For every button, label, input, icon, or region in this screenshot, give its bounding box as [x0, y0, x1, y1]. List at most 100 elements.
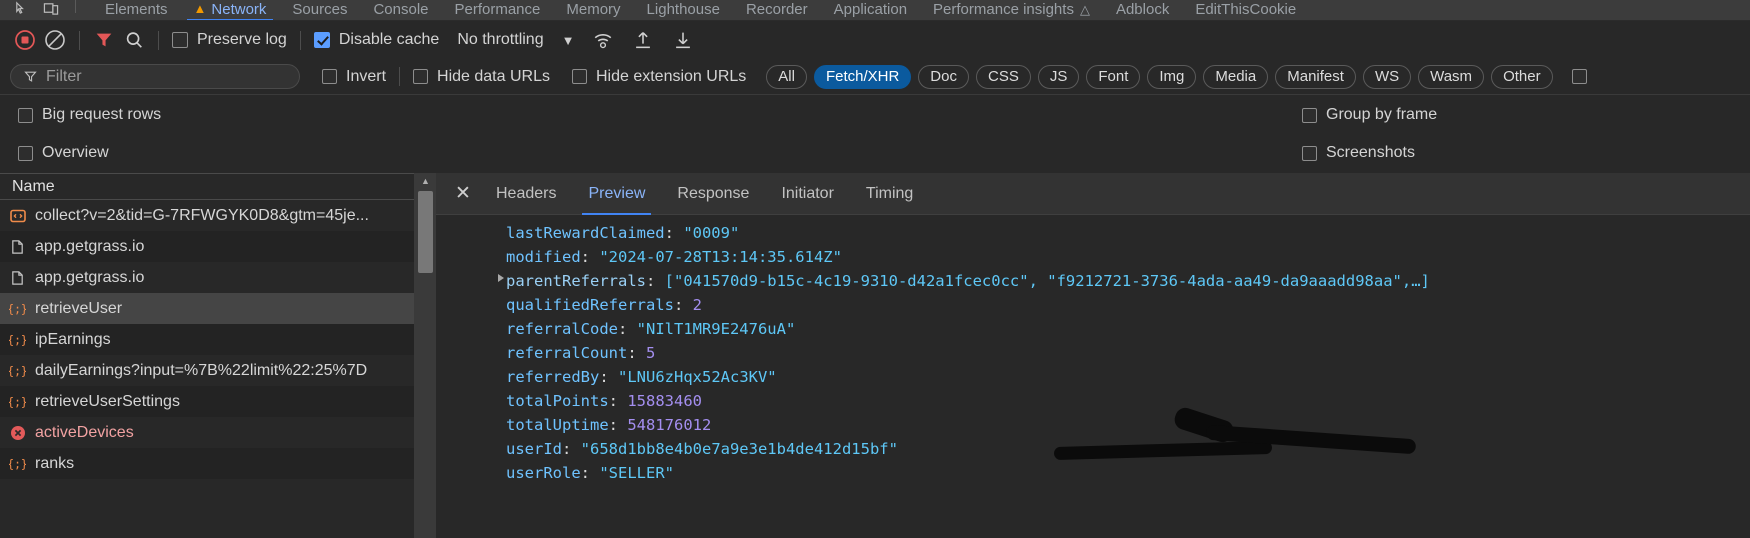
svg-text:{;}: {;} [9, 364, 26, 378]
type-filter-other[interactable]: Other [1491, 64, 1553, 89]
type-filter-img[interactable]: Img [1147, 64, 1197, 89]
json-row[interactable]: modified: "2024-07-28T13:14:35.614Z" [436, 245, 1750, 269]
table-row[interactable]: collect?v=2&tid=G-7RFWGYK0D8&gtm=45je... [0, 200, 414, 231]
tab-application[interactable]: Application [821, 0, 920, 20]
json-row[interactable]: userRole: "SELLER" [436, 461, 1750, 485]
hide-extension-urls-checkbox[interactable]: Hide extension URLs [568, 68, 750, 86]
type-filter-font[interactable]: Font [1086, 64, 1141, 89]
network-conditions-icon[interactable] [588, 25, 618, 55]
tab-label: Adblock [1115, 1, 1170, 18]
json-key: userRole [506, 464, 581, 482]
pill-label: Wasm [1430, 68, 1473, 85]
clear-icon[interactable] [40, 25, 70, 55]
json-row[interactable]: referralCount: 5 [436, 341, 1750, 365]
type-filter-media[interactable]: Media [1203, 64, 1269, 89]
funnel-icon[interactable] [89, 25, 119, 55]
json-row[interactable]: referralCode: "NIlT1MR9E2476uA" [436, 317, 1750, 341]
detail-tab-response[interactable]: Response [661, 173, 765, 215]
hide-data-urls-checkbox[interactable]: Hide data URLs [409, 68, 554, 86]
request-list-header[interactable]: Name [0, 173, 414, 200]
tab-label: Initiator [781, 184, 834, 202]
redaction-mark [1053, 440, 1273, 461]
tab-sources[interactable]: Sources [279, 0, 360, 20]
big-request-rows-checkbox[interactable]: Big request rows [14, 106, 165, 124]
overview-checkbox[interactable]: Overview [14, 144, 113, 162]
detail-tab-headers[interactable]: Headers [480, 173, 572, 215]
json-preview[interactable]: lastRewardClaimed: "0009" modified: "202… [436, 215, 1750, 538]
json-row-userid[interactable]: userId: "658d1bb8e4b0e7a9e3e1b4de412d15b… [436, 424, 1750, 461]
export-har-icon[interactable] [668, 25, 698, 55]
tab-adblock[interactable]: Adblock [1103, 0, 1182, 20]
scrollbar-thumb[interactable] [418, 191, 433, 273]
type-filter-ws[interactable]: WS [1362, 64, 1412, 89]
invert-checkbox[interactable]: Invert [318, 68, 390, 86]
filter-input[interactable]: Filter [10, 64, 300, 89]
json-value: "NIlT1MR9E2476uA" [636, 320, 796, 338]
request-name: retrieveUser [35, 299, 123, 317]
json-row-expandable[interactable]: parentReferrals: ["041570d9-b15c-4c19-93… [436, 269, 1750, 293]
checkbox-box [322, 69, 337, 84]
json-key: parentReferrals [506, 272, 646, 290]
json-key: qualifiedReferrals [506, 296, 674, 314]
json-row[interactable]: qualifiedReferrals: 2 [436, 293, 1750, 317]
type-filter-js[interactable]: JS [1037, 64, 1080, 89]
tab-console[interactable]: Console [360, 0, 441, 20]
table-row[interactable]: {;} dailyEarnings?input=%7B%22limit%22:2… [0, 355, 414, 386]
type-filter-all[interactable]: All [766, 64, 807, 89]
type-filter-doc[interactable]: Doc [918, 64, 969, 89]
import-har-icon[interactable] [628, 25, 658, 55]
json-icon: {;} [8, 454, 27, 473]
group-by-frame-checkbox[interactable]: Group by frame [1298, 106, 1441, 124]
json-row[interactable]: referredBy: "LNU6zHqx52Ac3KV" [436, 365, 1750, 389]
tab-elements[interactable]: Elements [92, 0, 181, 20]
search-icon[interactable] [119, 25, 149, 55]
table-row[interactable]: activeDevices [0, 417, 414, 448]
json-value: ["041570d9-b15c-4c19-9310-d42a1fcec0cc",… [664, 272, 1430, 290]
trailing-checkbox[interactable] [1571, 69, 1587, 84]
table-row[interactable]: {;} retrieveUserSettings [0, 386, 414, 417]
record-stop-icon[interactable] [10, 25, 40, 55]
throttling-select[interactable]: No throttling [457, 31, 543, 49]
tab-recorder[interactable]: Recorder [733, 0, 821, 20]
type-filter-fetch-xhr[interactable]: Fetch/XHR [813, 64, 912, 89]
tab-performance-insights[interactable]: Performance insights △ [920, 0, 1103, 20]
table-row[interactable]: {;} ranks [0, 448, 414, 479]
type-filter-css[interactable]: CSS [975, 64, 1031, 89]
json-row[interactable]: lastRewardClaimed: "0009" [436, 221, 1750, 245]
screenshots-checkbox[interactable]: Screenshots [1298, 144, 1419, 162]
detail-tab-timing[interactable]: Timing [850, 173, 929, 215]
detail-tab-initiator[interactable]: Initiator [765, 173, 849, 215]
chevron-right-icon[interactable] [498, 274, 504, 282]
tab-label: EditThisCookie [1195, 1, 1297, 18]
json-row[interactable]: totalPoints: 15883460 [436, 389, 1750, 413]
type-filter-manifest[interactable]: Manifest [1275, 64, 1356, 89]
request-name: ranks [35, 454, 75, 472]
chevron-down-icon[interactable]: ▼ [562, 33, 575, 48]
preserve-log-checkbox[interactable]: Preserve log [168, 31, 291, 49]
tab-editthiscookie[interactable]: EditThisCookie [1182, 0, 1309, 20]
tab-lighthouse[interactable]: Lighthouse [634, 0, 733, 20]
device-toolbar-icon[interactable] [43, 1, 59, 16]
toolbar-divider-2 [158, 30, 159, 50]
tab-network[interactable]: ▲ Network [181, 0, 280, 20]
detail-tab-preview[interactable]: Preview [572, 173, 661, 215]
settings-row-2-right: Screenshots [1298, 144, 1419, 162]
pill-label: JS [1049, 68, 1068, 85]
tab-label: Headers [496, 184, 557, 202]
tab-memory[interactable]: Memory [553, 0, 633, 20]
disable-cache-checkbox[interactable]: Disable cache [310, 31, 444, 49]
json-value: "SELLER" [599, 464, 674, 482]
close-icon[interactable]: ✕ [446, 177, 480, 211]
funnel-icon-small [24, 71, 37, 82]
inspect-icon[interactable] [14, 1, 29, 16]
request-list-scrollbar[interactable]: ▲ [415, 173, 436, 538]
json-row[interactable]: totalUptime: 548176012 [436, 405, 1750, 445]
type-filter-wasm[interactable]: Wasm [1418, 64, 1485, 89]
tab-performance[interactable]: Performance [442, 0, 554, 20]
scroll-up-arrow-icon[interactable]: ▲ [415, 173, 436, 189]
hide-extension-urls-label: Hide extension URLs [595, 67, 747, 85]
table-row[interactable]: {;} retrieveUser [0, 293, 414, 324]
table-row[interactable]: {;} ipEarnings [0, 324, 414, 355]
table-row[interactable]: app.getgrass.io [0, 262, 414, 293]
table-row[interactable]: app.getgrass.io [0, 231, 414, 262]
